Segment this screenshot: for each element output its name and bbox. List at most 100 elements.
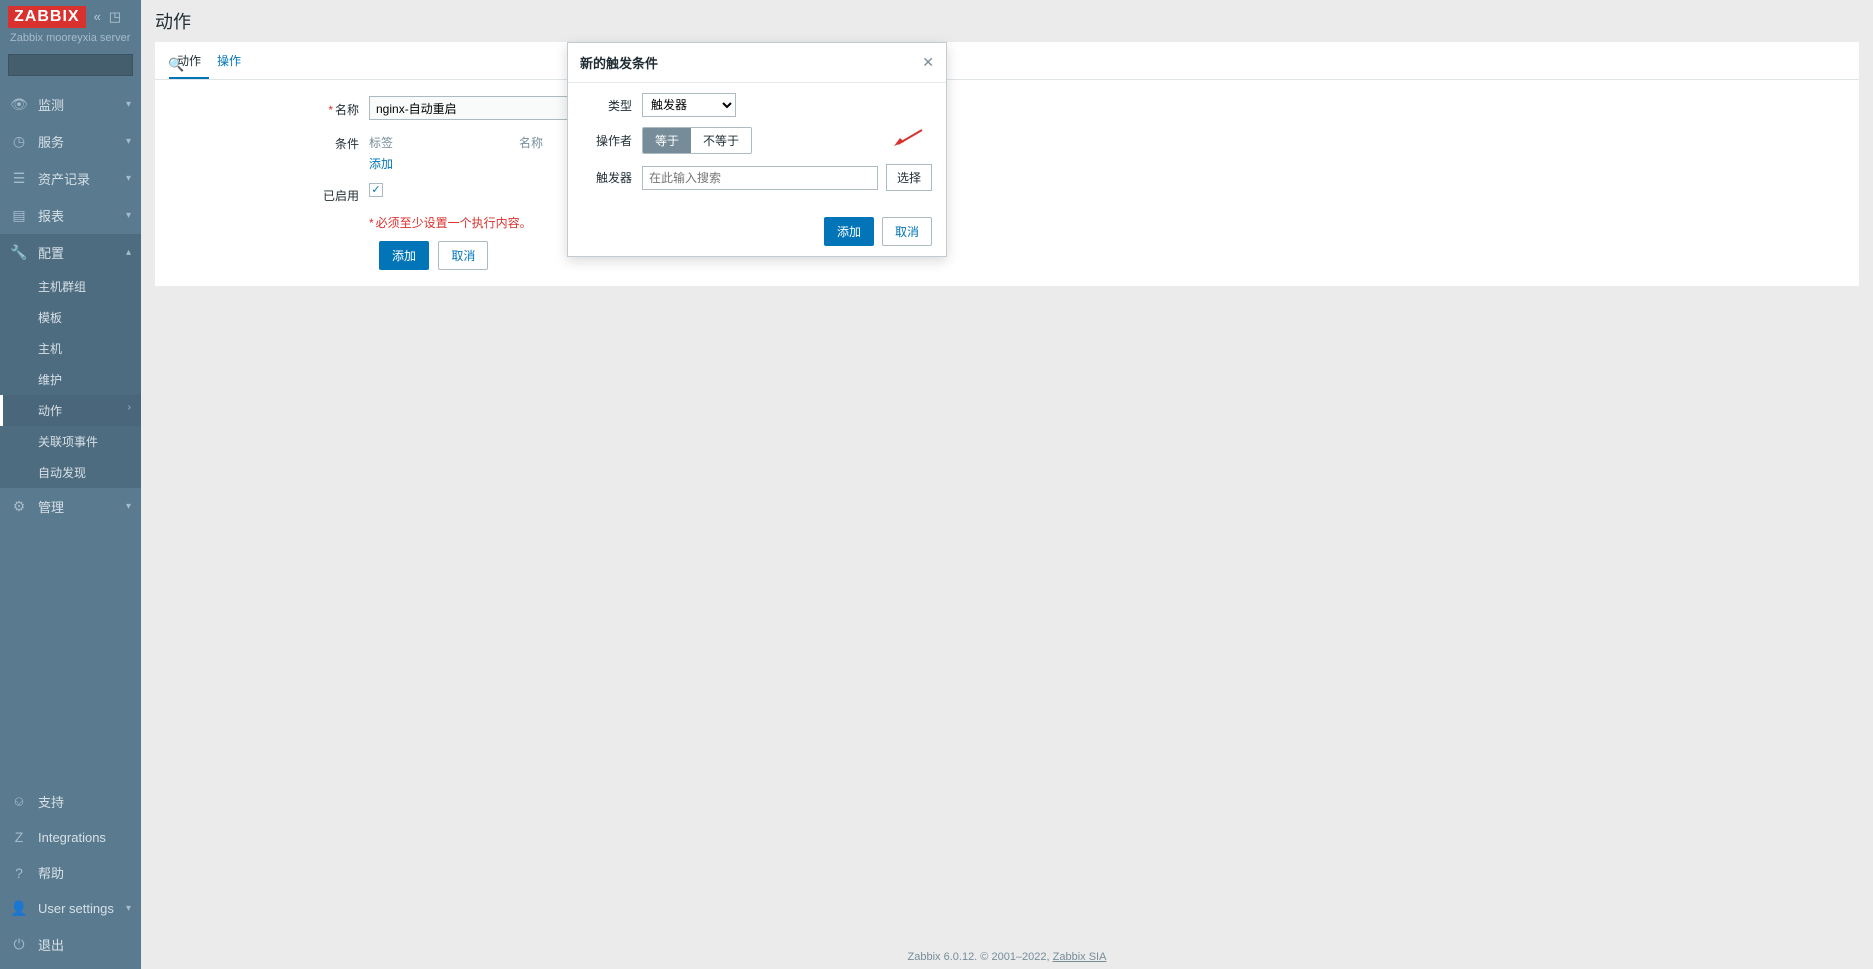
nav-administration[interactable]: ⚙ 管理 ▾	[0, 488, 141, 525]
label-trigger: 触发器	[582, 169, 642, 186]
cancel-button[interactable]: 取消	[438, 241, 488, 270]
server-name: Zabbix mooreyxia server	[0, 30, 141, 50]
zabbix-logo[interactable]: ZABBIX	[8, 6, 86, 28]
expand-icon[interactable]: ◳	[109, 9, 121, 25]
nav-label: User settings	[38, 901, 114, 916]
chevron-down-icon: ▾	[126, 99, 131, 110]
footer-text: Zabbix 6.0.12. © 2001–2022,	[908, 951, 1053, 963]
logo-row: ZABBIX « ◳	[0, 0, 141, 30]
modal-add-button[interactable]: 添加	[824, 217, 874, 246]
type-select[interactable]: 触发器	[642, 93, 736, 117]
search-row: 🔍	[0, 50, 141, 80]
subnav-hosts[interactable]: 主机	[0, 333, 141, 364]
row-operator: 操作者 等于 不等于	[582, 127, 932, 154]
op-not-equals[interactable]: 不等于	[691, 128, 751, 153]
search-icon[interactable]: 🔍	[168, 57, 184, 73]
label-conditions: 条件	[169, 130, 369, 152]
new-condition-modal: 新的触发条件 ✕ 类型 触发器 操作者 等于 不等于 触发器 选择	[567, 42, 947, 257]
nav-label: 支持	[38, 792, 64, 811]
nav-logout[interactable]: ⏻ 退出	[0, 926, 141, 963]
config-submenu: 主机群组 模板 主机 维护 动作 › 关联项事件 自动发现	[0, 271, 141, 488]
nav-label: Integrations	[38, 830, 106, 845]
modal-body: 类型 触发器 操作者 等于 不等于 触发器 选择	[568, 83, 946, 207]
chevron-up-icon: ▴	[126, 247, 131, 258]
chart-icon: ▤	[10, 207, 28, 224]
op-equals[interactable]: 等于	[643, 128, 691, 153]
col-label: 标签	[369, 134, 519, 151]
row-conditions: 条件 标签 名称 添加	[169, 130, 1845, 172]
subnav-label: 动作	[38, 404, 62, 418]
trigger-search-input[interactable]	[642, 166, 878, 190]
error-text: 必须至少设置一个执行内容。	[376, 216, 532, 230]
subnav-actions[interactable]: 动作 ›	[0, 395, 141, 426]
label-enabled: 已启用	[169, 182, 369, 204]
search-input[interactable]	[13, 58, 168, 72]
nav-label: 帮助	[38, 863, 64, 882]
nav-configuration[interactable]: 🔧 配置 ▴	[0, 234, 141, 271]
modal-header: 新的触发条件 ✕	[568, 43, 946, 83]
chevron-down-icon: ▾	[126, 173, 131, 184]
subnav-maintenance[interactable]: 维护	[0, 364, 141, 395]
tab-operations[interactable]: 操作	[209, 42, 249, 79]
sidebar: ZABBIX « ◳ Zabbix mooreyxia server 🔍 👁 监…	[0, 0, 141, 969]
list-icon: ☰	[10, 170, 28, 187]
nav-reports[interactable]: ▤ 报表 ▾	[0, 197, 141, 234]
label-name: *名称	[169, 96, 369, 118]
nav-support[interactable]: ⎉ 支持	[0, 783, 141, 820]
subnav-hostgroups[interactable]: 主机群组	[0, 271, 141, 302]
add-button[interactable]: 添加	[379, 241, 429, 270]
row-type: 类型 触发器	[582, 93, 932, 117]
label-text: 名称	[335, 103, 359, 117]
chevron-down-icon: ▾	[126, 903, 131, 914]
nav-integrations[interactable]: Z Integrations	[0, 820, 141, 854]
footer-nav: ⎉ 支持 Z Integrations ? 帮助 👤 User settings…	[0, 783, 141, 969]
label-type: 类型	[582, 97, 642, 114]
search-box[interactable]: 🔍	[8, 54, 133, 76]
select-trigger-button[interactable]: 选择	[886, 164, 932, 191]
content-box: 动作 操作 *名称 条件 标签 名称 添加	[155, 42, 1859, 286]
chevron-down-icon: ▾	[126, 136, 131, 147]
row-error: *必须至少设置一个执行内容。	[169, 214, 1845, 231]
footer-link[interactable]: Zabbix SIA	[1053, 951, 1107, 963]
subnav-correlation[interactable]: 关联项事件	[0, 426, 141, 457]
enabled-checkbox[interactable]: ✓	[369, 183, 383, 197]
error-message: *必须至少设置一个执行内容。	[369, 216, 532, 230]
row-enabled: 已启用 ✓	[169, 182, 1845, 204]
chevron-right-icon: ›	[128, 402, 131, 413]
nav-label: 服务	[38, 132, 64, 151]
row-name: *名称	[169, 96, 1845, 120]
nav-label: 报表	[38, 206, 64, 225]
nav-label: 配置	[38, 243, 64, 262]
user-icon: 👤	[10, 900, 28, 917]
nav-label: 管理	[38, 497, 64, 516]
collapse-icon[interactable]: «	[94, 9, 101, 25]
modal-footer: 添加 取消	[568, 207, 946, 256]
nav-monitoring[interactable]: 👁 监测 ▾	[0, 86, 141, 123]
modal-cancel-button[interactable]: 取消	[882, 217, 932, 246]
chevron-down-icon: ▾	[126, 210, 131, 221]
help-icon: ?	[10, 865, 28, 881]
modal-title: 新的触发条件	[580, 53, 658, 72]
power-icon: ⏻	[10, 936, 28, 953]
col-name: 名称	[519, 134, 543, 151]
nav-label: 资产记录	[38, 169, 90, 188]
row-trigger: 触发器 选择	[582, 164, 932, 191]
subnav-discovery[interactable]: 自动发现	[0, 457, 141, 488]
main-nav: 👁 监测 ▾ ◷ 服务 ▾ ☰ 资产记录 ▾ ▤ 报表 ▾ 🔧 配置 ▴ 主机群…	[0, 86, 141, 783]
wrench-icon: 🔧	[10, 244, 28, 261]
support-icon: ⎉	[10, 793, 28, 810]
nav-services[interactable]: ◷ 服务 ▾	[0, 123, 141, 160]
nav-user-settings[interactable]: 👤 User settings ▾	[0, 891, 141, 926]
nav-inventory[interactable]: ☰ 资产记录 ▾	[0, 160, 141, 197]
eye-icon: 👁	[10, 96, 28, 113]
main-content: 动作 动作 操作 *名称 条件 标签 名称	[141, 0, 1873, 286]
z-icon: Z	[10, 829, 28, 845]
operator-toggle: 等于 不等于	[642, 127, 752, 154]
tabs: 动作 操作	[155, 42, 1859, 80]
gear-icon: ⚙	[10, 498, 28, 515]
chevron-down-icon: ▾	[126, 501, 131, 512]
close-icon[interactable]: ✕	[922, 54, 934, 71]
page-title: 动作	[141, 0, 1873, 42]
subnav-templates[interactable]: 模板	[0, 302, 141, 333]
nav-help[interactable]: ? 帮助	[0, 854, 141, 891]
